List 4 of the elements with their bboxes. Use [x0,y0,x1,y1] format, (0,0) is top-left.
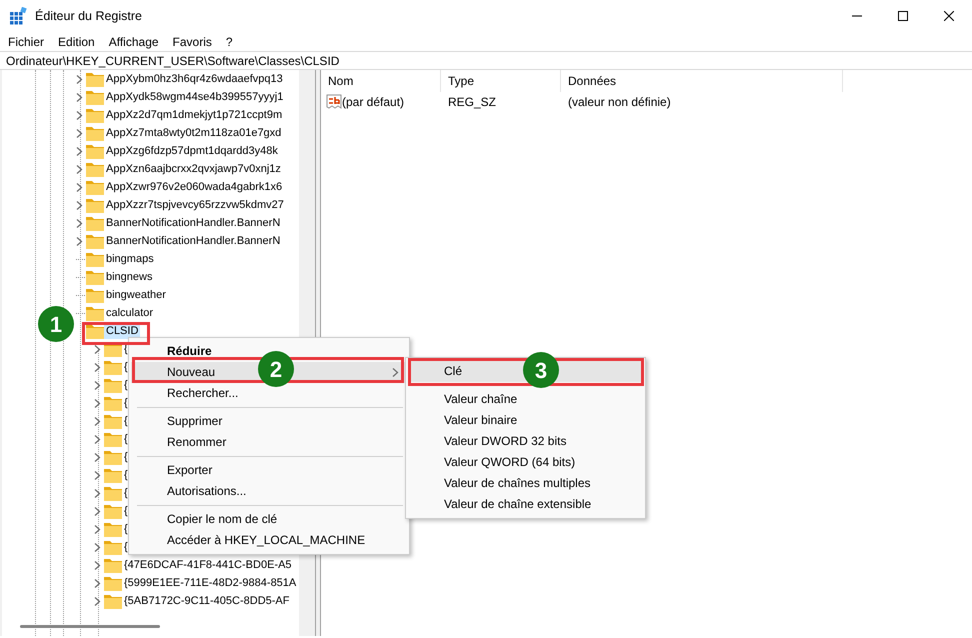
table-cell-text: (valeur non définie) [567,94,671,111]
table-cell-text: (par défaut) [342,94,404,111]
table-cell-text: REG_SZ [447,94,498,111]
window-title: Éditeur du Registre [35,8,142,25]
